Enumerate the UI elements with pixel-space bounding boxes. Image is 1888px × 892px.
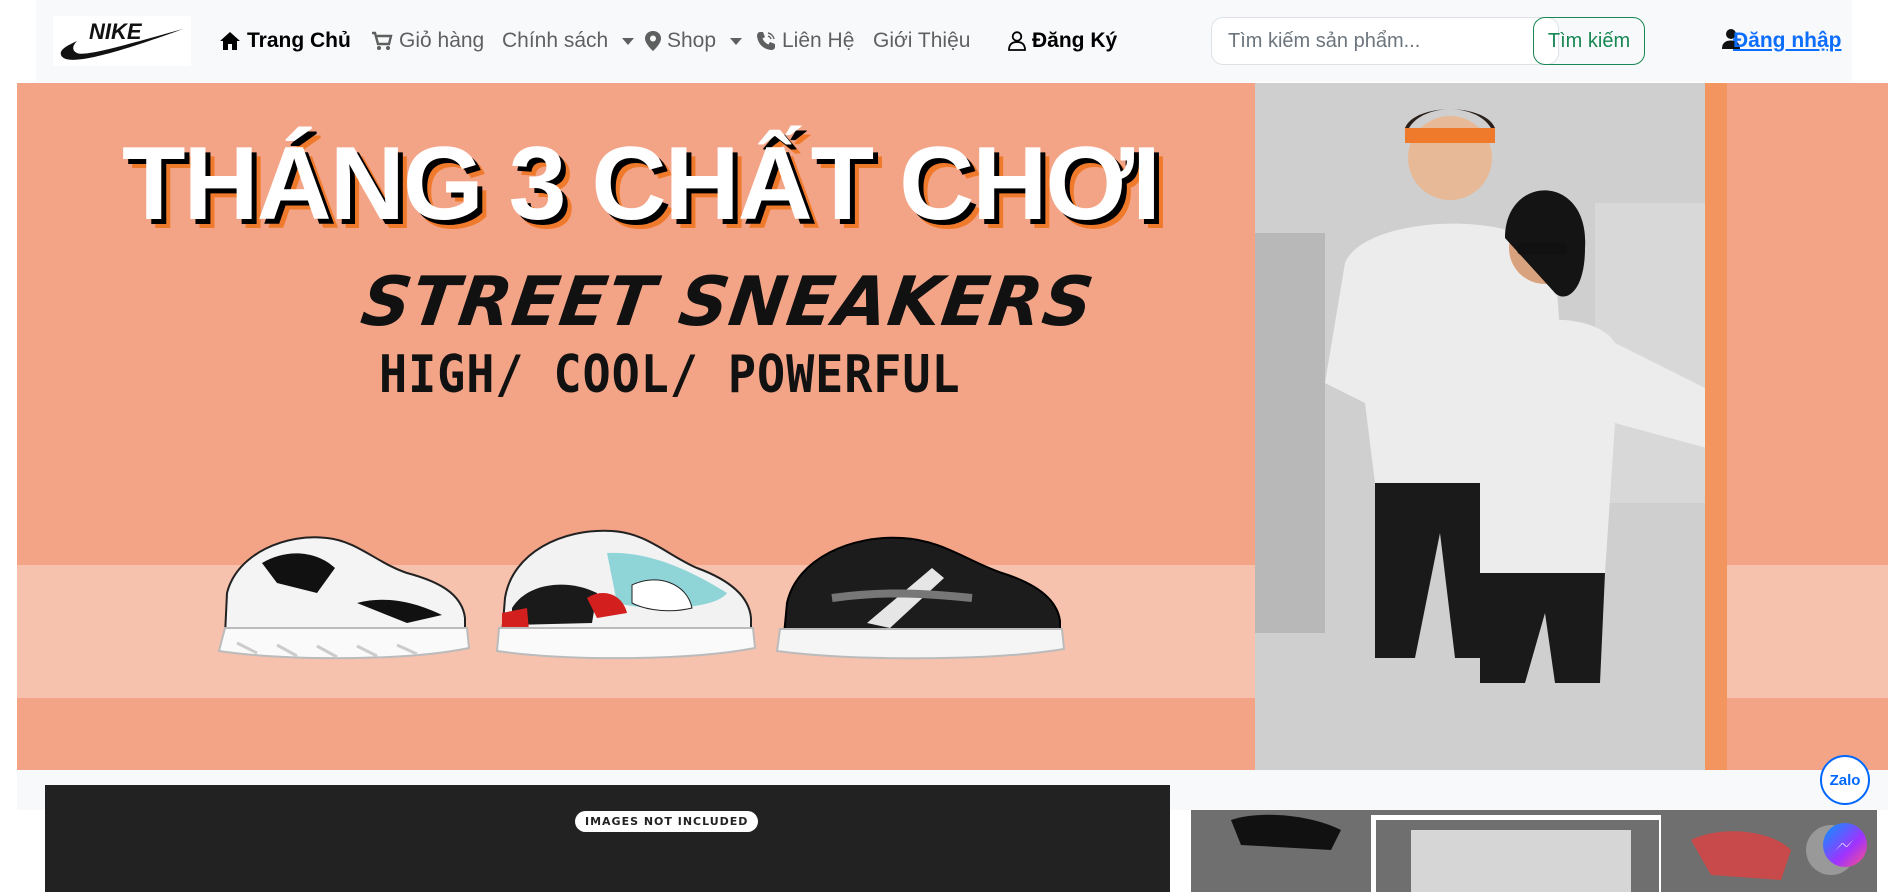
nav-shop-dropdown[interactable]: Shop xyxy=(645,0,743,82)
sneaker-black-image xyxy=(775,536,1066,660)
sneaker-multicolor-image xyxy=(495,529,757,660)
messenger-icon xyxy=(1835,839,1854,851)
hero-title: THÁNG 3 CHẤT CHƠI xyxy=(122,126,1161,242)
nav-about[interactable]: Giới Thiệu xyxy=(873,0,970,82)
hero-tagline: HIGH/ COOL/ POWERFUL xyxy=(379,345,961,405)
nav-policy-label: Chính sách xyxy=(502,29,609,52)
sneaker-white-image xyxy=(217,536,471,660)
nav-cart-label: Giỏ hàng xyxy=(399,29,485,52)
search-input[interactable] xyxy=(1211,17,1559,65)
promo-video[interactable]: IMAGES NOT INCLUDED xyxy=(45,785,1170,892)
messenger-chat-button[interactable] xyxy=(1823,823,1867,867)
nav-about-label: Giới Thiệu xyxy=(873,29,971,52)
chevron-down-icon xyxy=(622,37,635,45)
hero-subtitle: STREET SNEAKERS xyxy=(356,263,1099,342)
hero-banner[interactable]: THÁNG 3 CHẤT CHƠI STREET SNEAKERS HIGH/ … xyxy=(17,83,1888,770)
models-photo xyxy=(1255,83,1705,770)
nav-shop-label: Shop xyxy=(667,29,717,52)
home-icon xyxy=(220,32,240,50)
nav-contact[interactable]: Liên Hệ xyxy=(756,0,854,82)
banner-accent-strip xyxy=(1705,83,1727,770)
zalo-label: Zalo xyxy=(1829,771,1861,789)
nike-logo[interactable]: NIKE xyxy=(53,16,191,66)
cart-icon xyxy=(372,31,393,50)
zalo-chat-button[interactable]: Zalo xyxy=(1820,755,1870,805)
navbar: NIKE Trang Chủ Giỏ hàng Chính sách Shop … xyxy=(36,0,1852,82)
person-outline-icon xyxy=(1008,31,1026,51)
nav-home-label: Trang Chủ xyxy=(247,29,351,52)
search-button[interactable]: Tìm kiếm xyxy=(1533,17,1645,65)
nav-cart[interactable]: Giỏ hàng xyxy=(371,0,484,82)
nav-register[interactable]: Đăng Ký xyxy=(1008,0,1117,82)
phone-icon xyxy=(757,32,775,50)
chevron-down-icon xyxy=(730,37,743,45)
nav-register-label: Đăng Ký xyxy=(1032,29,1118,52)
nav-policy-dropdown[interactable]: Chính sách xyxy=(502,0,635,82)
login-link[interactable]: Đăng nhập xyxy=(1733,0,1842,82)
nav-home[interactable]: Trang Chủ xyxy=(219,0,351,82)
side-promo-image[interactable] xyxy=(1191,810,1877,892)
images-not-included-badge: IMAGES NOT INCLUDED xyxy=(575,811,759,832)
location-pin-icon xyxy=(645,31,661,51)
logo-text: NIKE xyxy=(89,19,143,44)
hero-light-band-right xyxy=(1727,565,1888,698)
separator-gap xyxy=(0,770,17,810)
nav-contact-label: Liên Hệ xyxy=(782,29,855,52)
